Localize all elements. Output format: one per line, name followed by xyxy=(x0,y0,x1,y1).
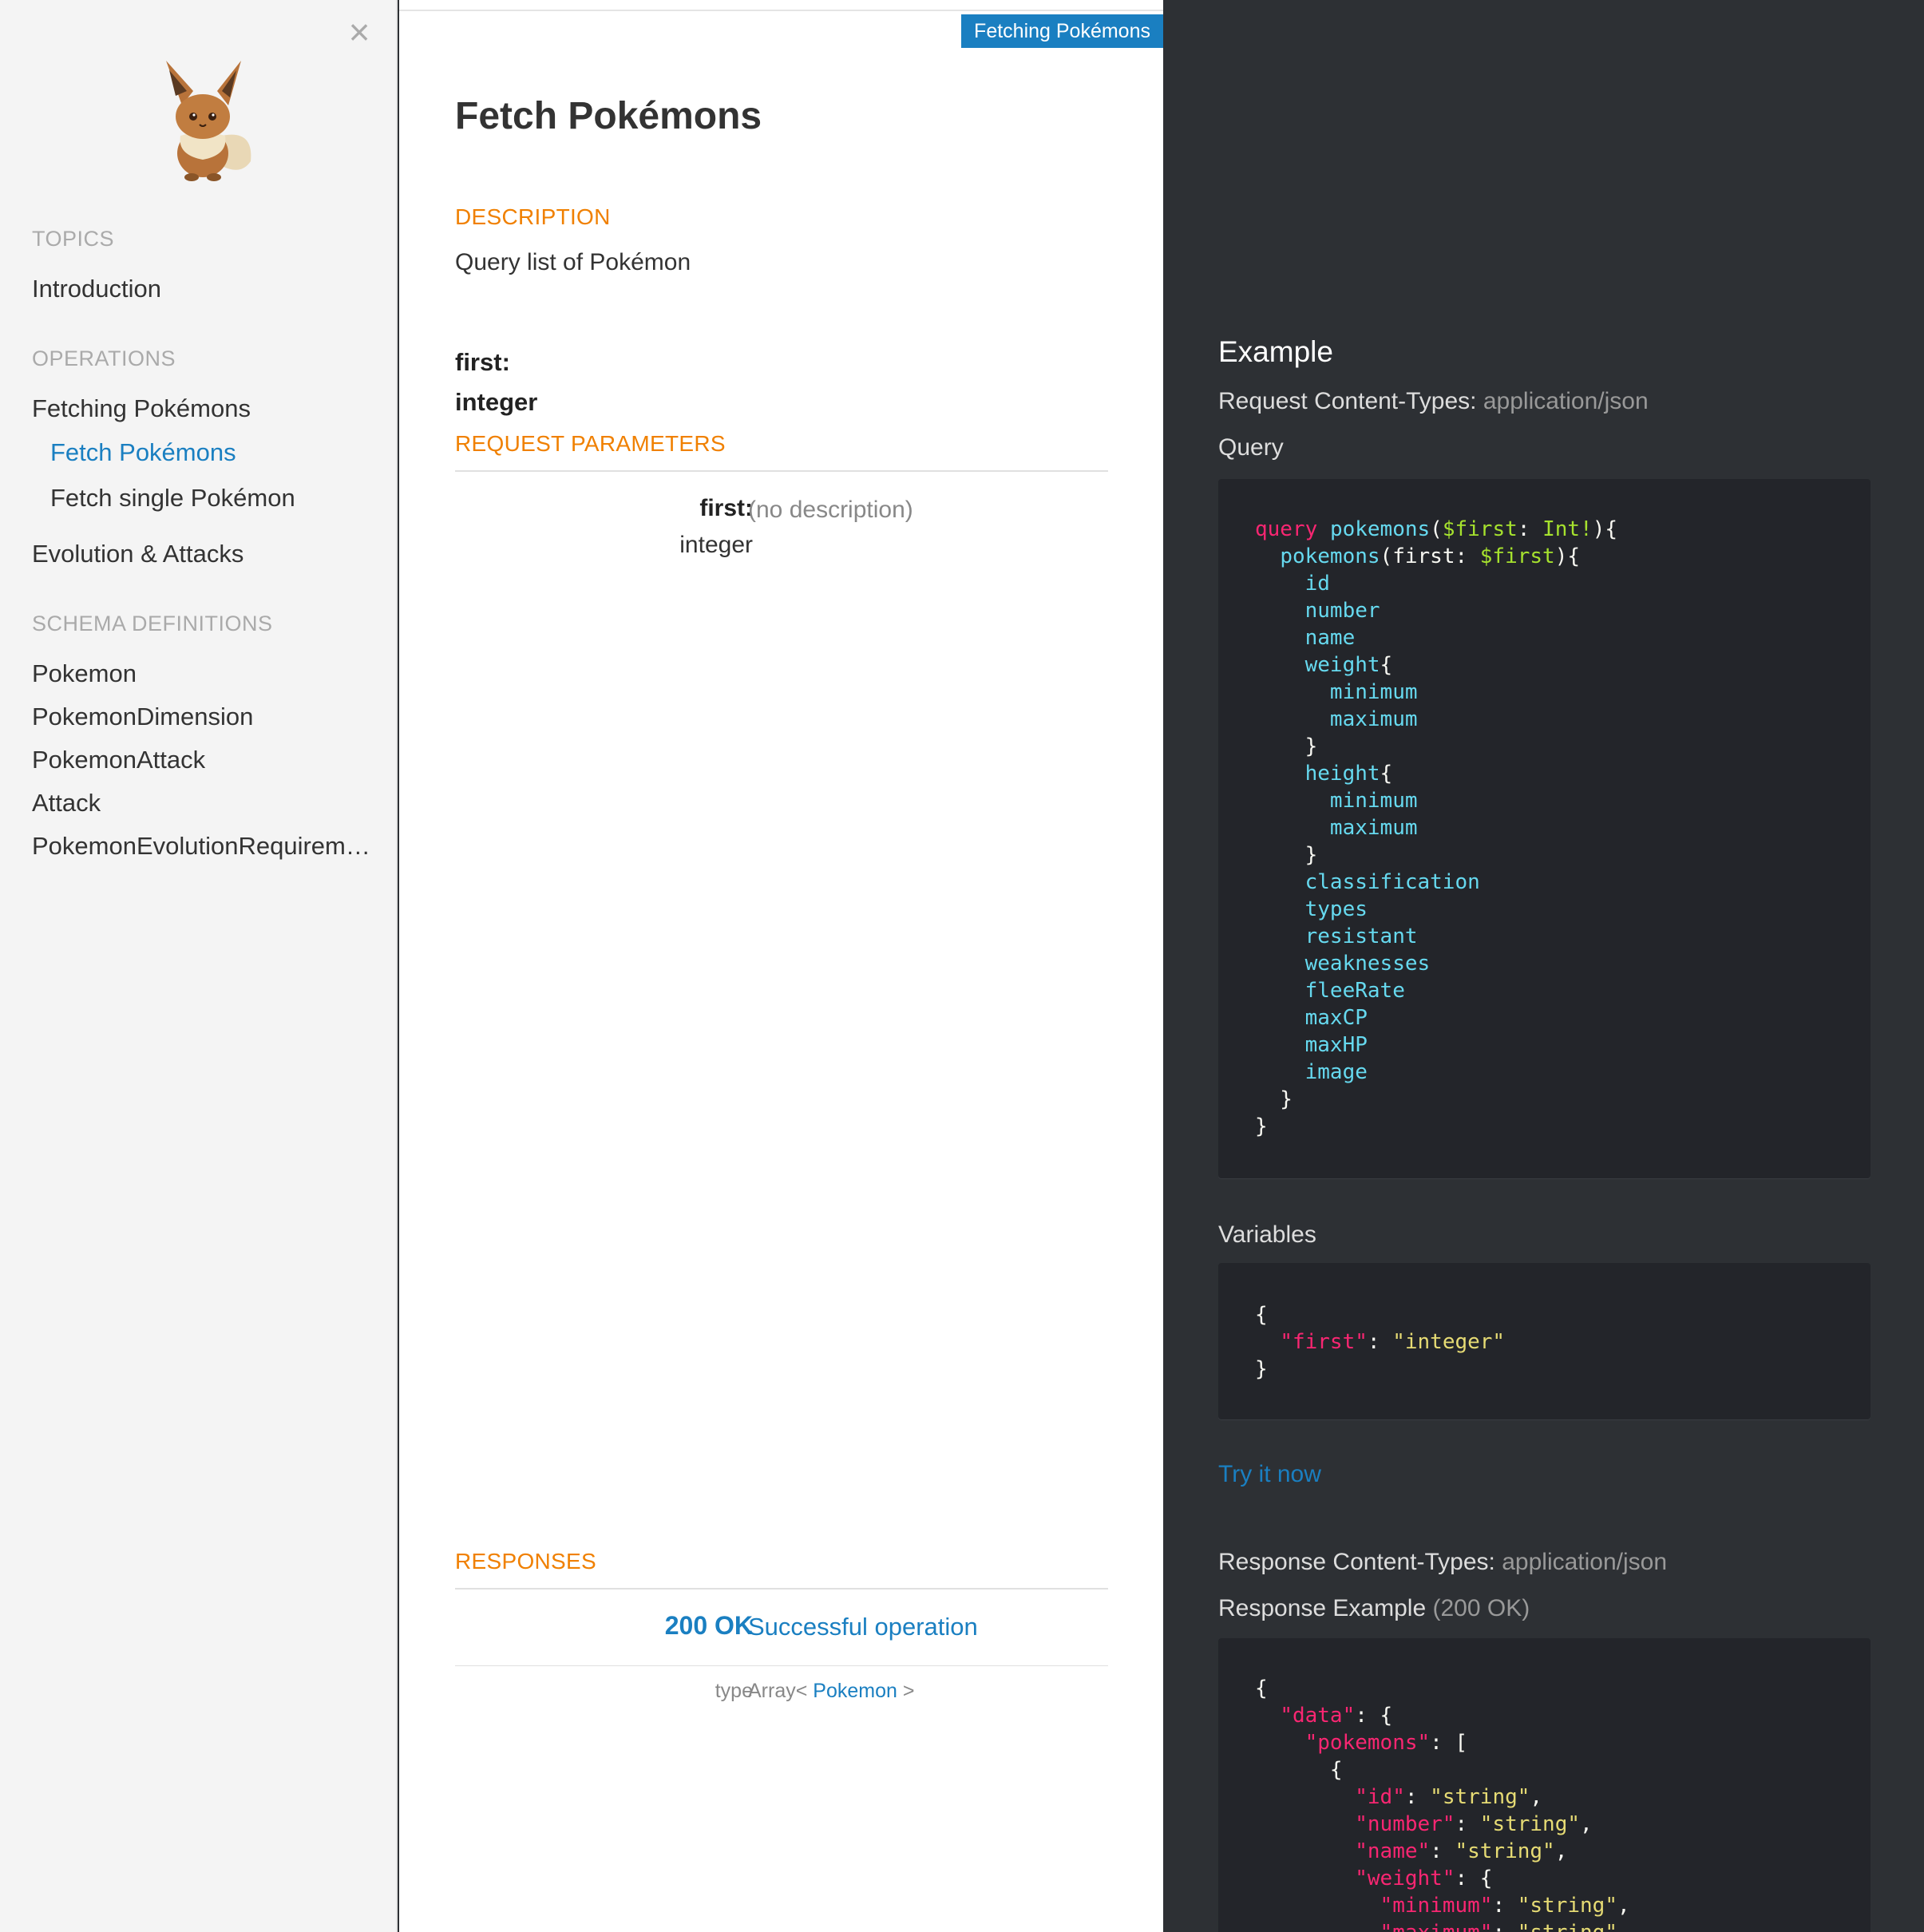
response-example-label: Response Example xyxy=(1218,1595,1427,1621)
variables-code: { "first": "integer" } xyxy=(1255,1303,1506,1381)
query-label: Query xyxy=(1218,434,1284,461)
sidebar-item-fetch-single-pokemon[interactable]: Fetch single Pokémon xyxy=(50,484,295,513)
topics-heading: TOPICS xyxy=(32,227,115,251)
param-description: (no description) xyxy=(748,497,913,523)
pokemon-type-link[interactable]: Pokemon xyxy=(813,1680,897,1702)
main-content: Fetching Pokémons Fetch Pokémons DESCRIP… xyxy=(399,0,1163,1932)
schema-definitions-heading: SCHEMA DEFINITIONS xyxy=(32,612,273,635)
sidebar-item-pokemon[interactable]: Pokemon xyxy=(32,659,137,688)
type-label: type xyxy=(715,1680,753,1702)
response-code-block[interactable]: { "data": { "pokemons": [ { "id": "strin… xyxy=(1218,1638,1871,1932)
sidebar-item-introduction[interactable]: Introduction xyxy=(32,275,161,303)
response-example: Response Example (200 OK) xyxy=(1218,1595,1530,1622)
response-code: { "data": { "pokemons": [ { "id": "strin… xyxy=(1255,1677,1630,1932)
page-title: Fetch Pokémons xyxy=(455,95,762,137)
try-it-now-link[interactable]: Try it now xyxy=(1218,1461,1321,1488)
sidebar: × TOPICS Introduction OPERATIONS Fetchin… xyxy=(0,0,398,1932)
type-suffix: > xyxy=(902,1680,915,1702)
responses-heading: RESPONSES xyxy=(455,1549,596,1574)
argument-type: integer xyxy=(455,388,538,416)
response-status-code: 200 OK xyxy=(664,1611,753,1640)
sidebar-item-evolution-attacks[interactable]: Evolution & Attacks xyxy=(32,540,243,568)
response-content-types: Response Content-Types: application/json xyxy=(1218,1549,1667,1576)
type-value: Array< Pokemon > xyxy=(748,1680,914,1703)
query-code: query pokemons($first: Int!){ pokemons(f… xyxy=(1255,517,1617,1138)
sidebar-item-pokemonattack[interactable]: PokemonAttack xyxy=(32,746,205,774)
example-title: Example xyxy=(1218,335,1333,368)
eevee-logo xyxy=(166,61,251,181)
response-description: Successful operation xyxy=(748,1613,978,1641)
param-type: integer xyxy=(679,532,753,558)
variables-code-block[interactable]: { "first": "integer" } xyxy=(1218,1263,1871,1419)
response-content-types-label: Response Content-Types: xyxy=(1218,1549,1495,1575)
description-heading: DESCRIPTION xyxy=(455,204,611,229)
description-text: Query list of Pokémon xyxy=(455,249,691,275)
divider xyxy=(455,1588,1108,1590)
sidebar-item-fetch-pokemons[interactable]: Fetch Pokémons xyxy=(50,438,236,467)
query-code-block[interactable]: query pokemons($first: Int!){ pokemons(f… xyxy=(1218,479,1871,1178)
request-content-types-label: Request Content-Types: xyxy=(1218,388,1477,414)
variables-label: Variables xyxy=(1218,1221,1316,1248)
request-content-types: Request Content-Types: application/json xyxy=(1218,388,1649,415)
close-icon[interactable]: × xyxy=(345,14,374,50)
sidebar-item-attack[interactable]: Attack xyxy=(32,789,101,818)
section-tag: Fetching Pokémons xyxy=(961,14,1163,48)
operations-heading: OPERATIONS xyxy=(32,346,176,370)
divider xyxy=(455,1665,1108,1666)
response-content-types-value: application/json xyxy=(1502,1549,1668,1575)
param-name: first: xyxy=(699,495,753,521)
divider xyxy=(455,470,1108,472)
sidebar-item-pokemondimension[interactable]: PokemonDimension xyxy=(32,703,253,731)
argument-name: first: xyxy=(455,348,510,376)
response-example-status: (200 OK) xyxy=(1432,1595,1530,1621)
example-panel: Example Request Content-Types: applicati… xyxy=(1163,0,1924,1932)
request-content-types-value: application/json xyxy=(1483,388,1649,414)
top-divider xyxy=(399,10,1163,11)
sidebar-item-pokemonevolutionrequirement[interactable]: PokemonEvolutionRequirem… xyxy=(32,832,370,861)
type-prefix: Array< xyxy=(748,1680,808,1702)
request-parameters-heading: REQUEST PARAMETERS xyxy=(455,431,726,456)
sidebar-item-fetching-pokemons[interactable]: Fetching Pokémons xyxy=(32,394,251,423)
